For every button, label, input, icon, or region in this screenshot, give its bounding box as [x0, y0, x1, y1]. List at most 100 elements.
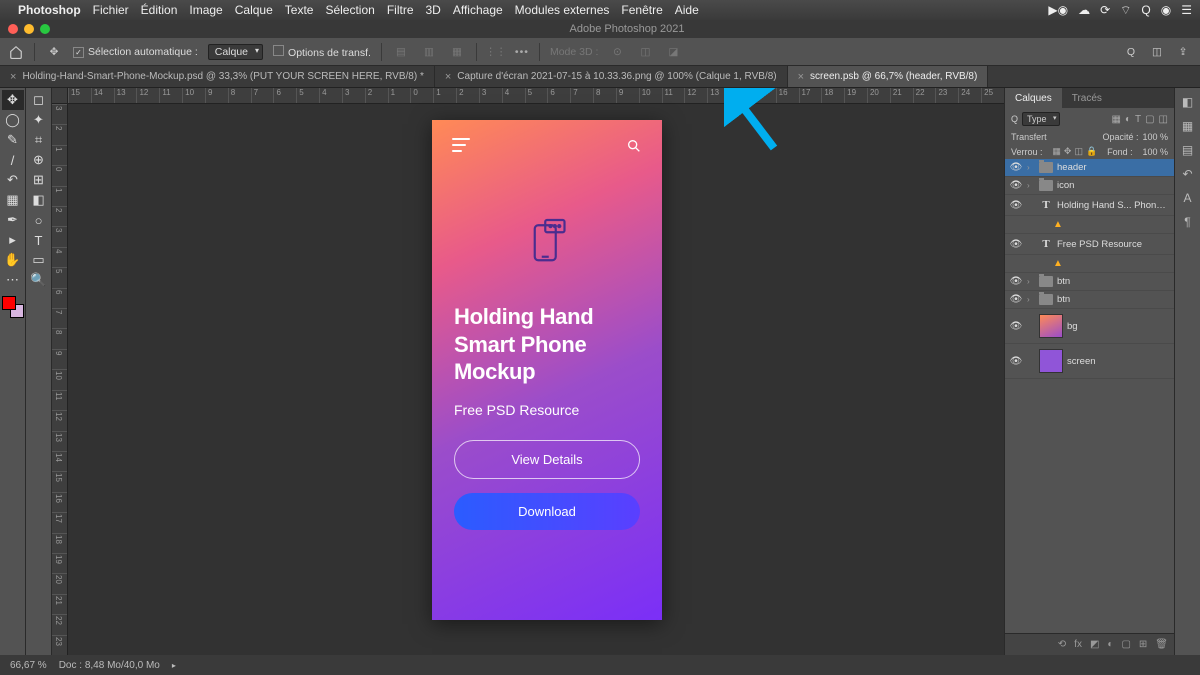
chevron-icon[interactable]: › [1027, 163, 1035, 172]
filter-shape-icon[interactable]: ▢ [1145, 114, 1154, 125]
brush-tool[interactable]: / [2, 150, 24, 170]
chevron-icon[interactable]: › [1027, 295, 1035, 304]
foreground-color[interactable] [2, 296, 16, 310]
layer-fx-icon[interactable]: fx [1074, 639, 1082, 650]
doc-tab-1[interactable]: ×Holding-Hand-Smart-Phone-Mockup.psd @ 3… [0, 66, 435, 87]
cloud-icon[interactable]: ☁ [1078, 3, 1090, 17]
zoom-tool[interactable]: 🔍 [28, 270, 50, 290]
visibility-icon[interactable]: 👁 [1009, 200, 1023, 211]
crop-tool[interactable]: ⌗ [28, 130, 50, 150]
canvas-area[interactable]: 1514131211109876543210123456789101112131… [52, 88, 1004, 655]
layer-row[interactable]: 👁TFree PSD Resource [1005, 234, 1174, 255]
layer-row[interactable]: 👁THolding Hand S... Phone Mockup [1005, 195, 1174, 216]
swatches-panel-icon[interactable]: ▦ [1178, 116, 1198, 136]
more-align-icon[interactable]: ••• [515, 46, 529, 58]
adjust-panel-icon[interactable]: ▤ [1178, 140, 1198, 160]
group-icon[interactable]: ▢ [1121, 639, 1130, 650]
zoom-level[interactable]: 66,67 % [10, 660, 47, 671]
eraser-tool[interactable]: ◧ [28, 190, 50, 210]
menu-calque[interactable]: Calque [235, 3, 273, 17]
lock-artboard-icon[interactable]: ◫ [1074, 146, 1083, 157]
visibility-icon[interactable]: 👁 [1009, 180, 1023, 191]
ruler-vertical[interactable]: 3210123456789101112131415161718192021222… [52, 104, 68, 655]
close-icon[interactable]: × [798, 71, 804, 83]
chevron-icon[interactable]: › [1027, 181, 1035, 190]
layer-filter-type[interactable]: Type [1022, 112, 1060, 126]
control-center-icon[interactable]: ☰ [1181, 3, 1192, 17]
transform-checkbox[interactable] [273, 45, 284, 56]
menu-affichage[interactable]: Affichage [453, 3, 503, 17]
para-panel-icon[interactable]: ¶ [1178, 212, 1198, 232]
chevron-icon[interactable]: › [1027, 277, 1035, 286]
menu-texte[interactable]: Texte [285, 3, 314, 17]
menu-modules[interactable]: Modules externes [515, 3, 610, 17]
minimize-window-button[interactable] [24, 24, 34, 34]
char-panel-icon[interactable]: A [1178, 188, 1198, 208]
delete-layer-icon[interactable]: 🗑 [1155, 639, 1168, 650]
tab-calques[interactable]: Calques [1005, 88, 1062, 108]
menu-filtre[interactable]: Filtre [387, 3, 414, 17]
path-select-tool[interactable]: ▸ [2, 230, 24, 250]
layer-row[interactable]: 👁›icon [1005, 177, 1174, 195]
history-brush-tool[interactable]: ↶ [2, 170, 24, 190]
visibility-icon[interactable]: 👁 [1009, 294, 1023, 305]
visibility-icon[interactable]: 👁 [1009, 356, 1023, 367]
close-window-button[interactable] [8, 24, 18, 34]
close-icon[interactable]: × [10, 71, 16, 83]
user-icon[interactable]: ◉ [1161, 3, 1171, 17]
marquee-tool[interactable]: ◻ [28, 90, 50, 110]
chevron-right-icon[interactable]: ▸ [172, 661, 176, 670]
layer-row[interactable]: 👁›btn [1005, 291, 1174, 309]
menu-3d[interactable]: 3D [426, 3, 441, 17]
dodge-tool[interactable]: ○ [28, 210, 50, 230]
layer-row[interactable]: 👁›btn [1005, 273, 1174, 291]
color-swatches[interactable] [2, 296, 24, 318]
filter-text-icon[interactable]: T [1135, 114, 1141, 125]
menu-fenetre[interactable]: Fenêtre [621, 3, 662, 17]
pen-tool[interactable]: ✒ [2, 210, 24, 230]
layer-mask-icon[interactable]: ◩ [1090, 639, 1099, 650]
tab-traces[interactable]: Tracés [1062, 88, 1112, 108]
color-panel-icon[interactable]: ◧ [1178, 92, 1198, 112]
visibility-icon[interactable]: 👁 [1009, 276, 1023, 287]
healing-tool[interactable]: ⊕ [28, 150, 50, 170]
layer-row[interactable]: 👁screen [1005, 344, 1174, 379]
filter-pixel-icon[interactable]: ▦ [1111, 114, 1120, 125]
magic-wand-tool[interactable]: ✦ [28, 110, 50, 130]
visibility-icon[interactable]: 👁 [1009, 239, 1023, 250]
new-layer-icon[interactable]: ⊞ [1139, 639, 1147, 650]
share-icon[interactable]: ⇪ [1174, 43, 1192, 61]
edit-toolbar[interactable]: ⋯ [2, 270, 24, 290]
menu-aide[interactable]: Aide [675, 3, 699, 17]
adjustment-layer-icon[interactable]: ◐ [1107, 639, 1113, 650]
clone-tool[interactable]: ⊞ [28, 170, 50, 190]
filter-adjust-icon[interactable]: ◐ [1125, 114, 1131, 125]
record-icon[interactable]: ▶◉ [1048, 3, 1068, 17]
doc-tab-2[interactable]: ×Capture d'écran 2021-07-15 à 10.33.36.p… [435, 66, 788, 87]
type-tool[interactable]: T [28, 230, 50, 250]
link-layers-icon[interactable]: ⟲ [1058, 639, 1066, 650]
visibility-icon[interactable]: 👁 [1009, 162, 1023, 173]
move-tool[interactable]: ✥ [2, 90, 24, 110]
filter-smart-icon[interactable]: ◫ [1159, 114, 1168, 125]
maximize-window-button[interactable] [40, 24, 50, 34]
close-icon[interactable]: × [445, 71, 451, 83]
eyedropper-tool[interactable]: ✎ [2, 130, 24, 150]
lock-position-icon[interactable]: ✥ [1064, 146, 1072, 157]
home-icon[interactable] [8, 44, 24, 60]
wifi-icon[interactable]: ⌔ [1120, 3, 1131, 18]
ruler-origin[interactable] [52, 88, 68, 104]
lock-pixels-icon[interactable]: ▦ [1052, 146, 1061, 157]
sync-icon[interactable]: ⟳ [1100, 3, 1110, 17]
app-name[interactable]: Photoshop [18, 3, 81, 17]
doc-size[interactable]: Doc : 8,48 Mo/40,0 Mo [59, 660, 160, 671]
layer-row[interactable]: 👁›header [1005, 159, 1174, 177]
artboard-screen[interactable]: Holding Hand Smart Phone Mockup Free PSD… [432, 120, 662, 620]
search-icon[interactable]: Q [1141, 3, 1150, 17]
menu-edition[interactable]: Édition [141, 3, 178, 17]
menu-selection[interactable]: Sélection [325, 3, 374, 17]
menu-image[interactable]: Image [189, 3, 222, 17]
doc-tab-3[interactable]: ×screen.psb @ 66,7% (header, RVB/8) [788, 66, 989, 87]
visibility-icon[interactable]: 👁 [1009, 321, 1023, 332]
layer-row[interactable]: 👁bg [1005, 309, 1174, 344]
